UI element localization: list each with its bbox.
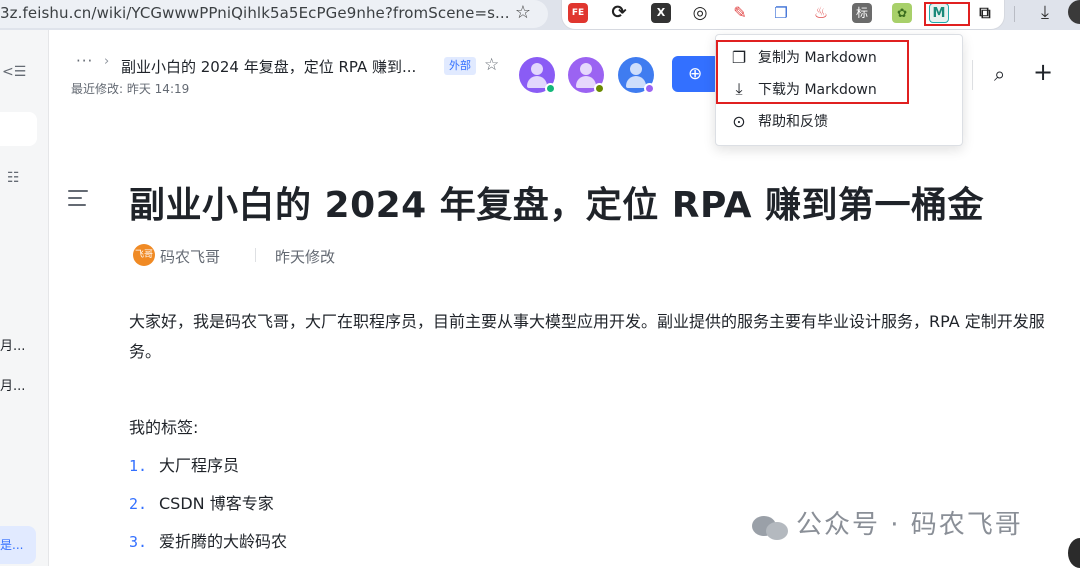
bookmark-star-icon[interactable]: ☆ xyxy=(512,2,534,24)
breadcrumb-chevron-icon: › xyxy=(104,54,110,69)
header-doc-title[interactable]: 副业小白的 2024 年复盘，定位 RPA 赚到... xyxy=(121,56,416,77)
tags-label: 我的标签: xyxy=(129,418,199,437)
collaborator-avatar[interactable] xyxy=(519,57,556,94)
collaborator-avatar[interactable] xyxy=(568,57,605,94)
list-item: 1. 大厂程序员 xyxy=(129,452,239,476)
catalog-list-icon[interactable]: ☷ xyxy=(7,170,20,186)
updated-text: 昨天修改 xyxy=(275,248,336,266)
pen-extension-icon[interactable]: ✎ xyxy=(730,3,750,23)
ring-extension-icon[interactable]: ◎ xyxy=(690,3,710,23)
author-avatar[interactable]: 飞哥 xyxy=(133,244,155,266)
download-icon[interactable]: ⤓ xyxy=(1034,2,1056,24)
balloon-extension-icon[interactable]: ♨ xyxy=(811,3,831,23)
add-icon[interactable]: + xyxy=(1033,58,1053,86)
sidebar-item[interactable]: 月... xyxy=(0,335,25,354)
author-name[interactable]: 码农飞哥 xyxy=(160,246,220,267)
meta-divider xyxy=(255,248,256,262)
list-text: 大厂程序员 xyxy=(159,456,240,475)
list-text: 爱折腾的大龄码农 xyxy=(159,532,288,551)
wechat-icon xyxy=(752,512,790,540)
help-icon: ⊙ xyxy=(732,111,746,131)
copy-extension-icon[interactable]: ❐ xyxy=(771,3,791,23)
url-text[interactable]: 3z.feishu.cn/wiki/YCGwwwPPniQihlk5a5EcPG… xyxy=(0,4,510,22)
collapse-sidebar-icon[interactable]: <☰ xyxy=(2,64,26,80)
intro-paragraph: 大家好，我是码农飞哥，大厂在职程序员，目前主要从事大模型应用开发。副业提供的服务… xyxy=(129,312,1045,361)
search-icon[interactable]: ⌕ xyxy=(994,62,1005,86)
globe-icon: ⊕ xyxy=(688,64,703,84)
wiki-sidebar: <☰ ☷ 月... 月... 是... xyxy=(0,30,49,566)
more-options-icon[interactable]: ··· xyxy=(76,52,93,70)
list-number: 2. xyxy=(129,495,148,513)
wechat-watermark: 公众号 · 码农飞哥 xyxy=(752,504,1023,541)
list-number: 1. xyxy=(129,457,148,475)
sidebar-item[interactable]: 月... xyxy=(0,375,25,394)
external-badge: 外部 xyxy=(444,57,476,75)
sync-extension-icon[interactable]: ⟳ xyxy=(609,3,629,23)
x-extension-icon[interactable]: X xyxy=(651,3,671,23)
fe-helper-extension-icon[interactable]: FE xyxy=(568,3,588,23)
document-title: 副业小白的 2024 年复盘，定位 RPA 赚到第一桶金 xyxy=(129,185,984,226)
watermark-text: 公众号 · 码农飞哥 xyxy=(796,510,1023,540)
last-modified-text: 最近修改: 昨天 14:19 xyxy=(71,82,190,96)
list-item: 2. CSDN 博客专家 xyxy=(129,490,274,514)
share-button[interactable]: ⊕ xyxy=(672,56,720,92)
header-divider xyxy=(972,60,973,90)
toolbar-divider xyxy=(1014,6,1015,22)
extensions-puzzle-icon[interactable]: ⧉ xyxy=(975,3,995,23)
profile-avatar[interactable] xyxy=(1068,0,1080,24)
floating-help-button[interactable] xyxy=(1068,538,1080,568)
tag-extension-icon[interactable]: 标 xyxy=(852,3,872,23)
markdown-extension-highlight xyxy=(924,2,970,26)
list-number: 3. xyxy=(129,533,148,551)
collaborator-avatar[interactable] xyxy=(618,57,655,94)
sidebar-search-box[interactable] xyxy=(0,112,37,146)
outline-icon[interactable] xyxy=(68,190,88,211)
menu-highlight-box xyxy=(716,40,909,104)
browser-toolbar: 3z.feishu.cn/wiki/YCGwwwPPniQihlk5a5EcPG… xyxy=(0,0,1080,30)
favorite-star-icon[interactable]: ☆ xyxy=(484,55,499,75)
sidebar-item-active[interactable]: 是... xyxy=(0,526,36,564)
help-feedback-item[interactable]: ⊙ 帮助和反馈 xyxy=(728,107,828,135)
list-item: 3. 爱折腾的大龄码农 xyxy=(129,528,287,552)
address-bar[interactable]: 3z.feishu.cn/wiki/YCGwwwPPniQihlk5a5EcPG… xyxy=(0,0,548,28)
menu-item-label: 帮助和反馈 xyxy=(758,114,828,130)
list-text: CSDN 博客专家 xyxy=(159,494,274,513)
plant-extension-icon[interactable]: ✿ xyxy=(892,3,912,23)
